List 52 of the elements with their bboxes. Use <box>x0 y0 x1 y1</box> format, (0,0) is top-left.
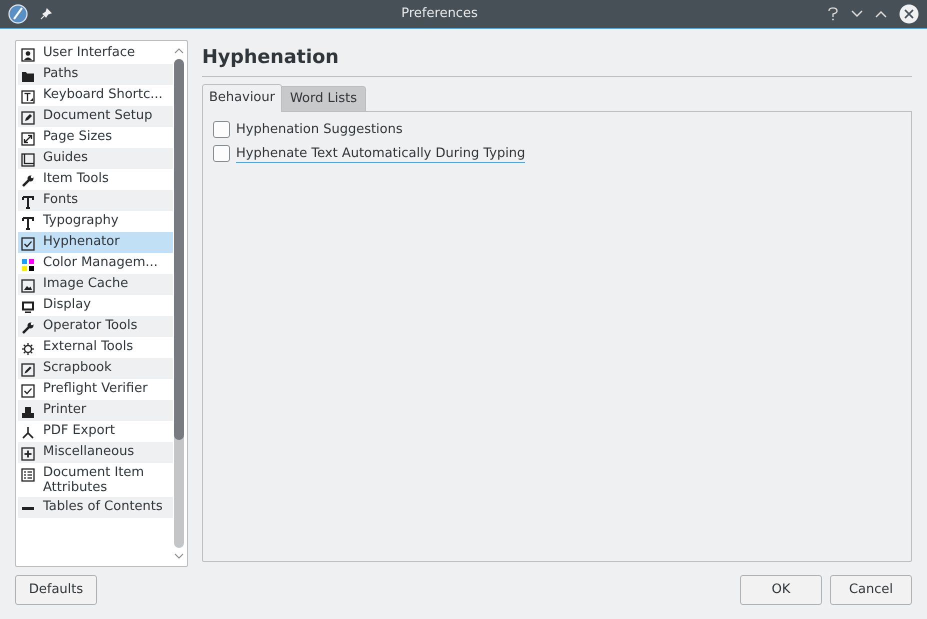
wrench-icon <box>21 321 35 335</box>
help-icon[interactable] <box>827 7 839 21</box>
sidebar-item[interactable]: Fonts <box>18 190 173 211</box>
scroll-down-icon[interactable] <box>174 552 184 560</box>
checkbox-icon <box>21 237 35 251</box>
sidebar-item[interactable]: Image Cache <box>18 274 173 295</box>
checkbox[interactable] <box>213 145 230 162</box>
defaults-button[interactable]: Defaults <box>15 575 97 605</box>
checkbox-label: Hyphenate Text Automatically During Typing <box>236 144 526 162</box>
ok-button[interactable]: OK <box>740 575 822 605</box>
pencil-icon <box>21 363 35 377</box>
letter-icon <box>21 216 35 230</box>
checkbox[interactable] <box>213 121 230 138</box>
page-heading: Hyphenation <box>202 45 340 70</box>
sidebar-item[interactable]: Guides <box>18 148 173 169</box>
cancel-button[interactable]: Cancel <box>830 575 912 605</box>
tab[interactable]: Word Lists <box>282 86 366 112</box>
sidebar-item[interactable]: Document Setup <box>18 106 173 127</box>
checkbox-icon <box>21 384 35 398</box>
wrench-icon <box>21 174 35 188</box>
gear-icon <box>21 342 35 356</box>
sidebar-item[interactable]: Paths <box>18 64 173 85</box>
sidebar-item[interactable]: Hyphenator <box>18 232 173 253</box>
color-squares-icon <box>21 258 35 272</box>
tab[interactable]: Behaviour <box>202 84 282 112</box>
sidebar-item[interactable]: Printer <box>18 400 173 421</box>
text-tool-icon <box>21 90 35 104</box>
window-title: Preferences <box>401 5 478 24</box>
checkbox-label: Hyphenation Suggestions <box>236 120 403 138</box>
image-icon <box>21 279 35 293</box>
plus-box-icon <box>21 447 35 461</box>
monitor-icon <box>21 300 35 314</box>
printer-icon <box>21 405 35 419</box>
sidebar-item[interactable]: Miscellaneous <box>18 442 173 463</box>
guides-icon <box>21 153 35 167</box>
sidebar-item[interactable]: Tables of Contents <box>18 497 173 518</box>
maximize-icon[interactable] <box>875 10 887 18</box>
sidebar-item[interactable]: Scrapbook <box>18 358 173 379</box>
list-icon <box>21 468 35 482</box>
pdf-icon <box>21 426 35 440</box>
resize-icon <box>21 132 35 146</box>
minimize-icon[interactable] <box>851 10 863 18</box>
close-icon[interactable] <box>899 4 919 24</box>
person-icon <box>21 48 35 62</box>
pin-icon[interactable] <box>40 8 52 20</box>
letter-icon <box>21 195 35 209</box>
folder-icon <box>21 69 35 83</box>
scroll-up-icon[interactable] <box>174 47 184 55</box>
pen-icon <box>21 111 35 125</box>
scrollbar-thumb[interactable] <box>174 59 184 440</box>
sidebar-item[interactable]: Operator Tools <box>18 316 173 337</box>
app-logo-icon <box>8 4 28 24</box>
